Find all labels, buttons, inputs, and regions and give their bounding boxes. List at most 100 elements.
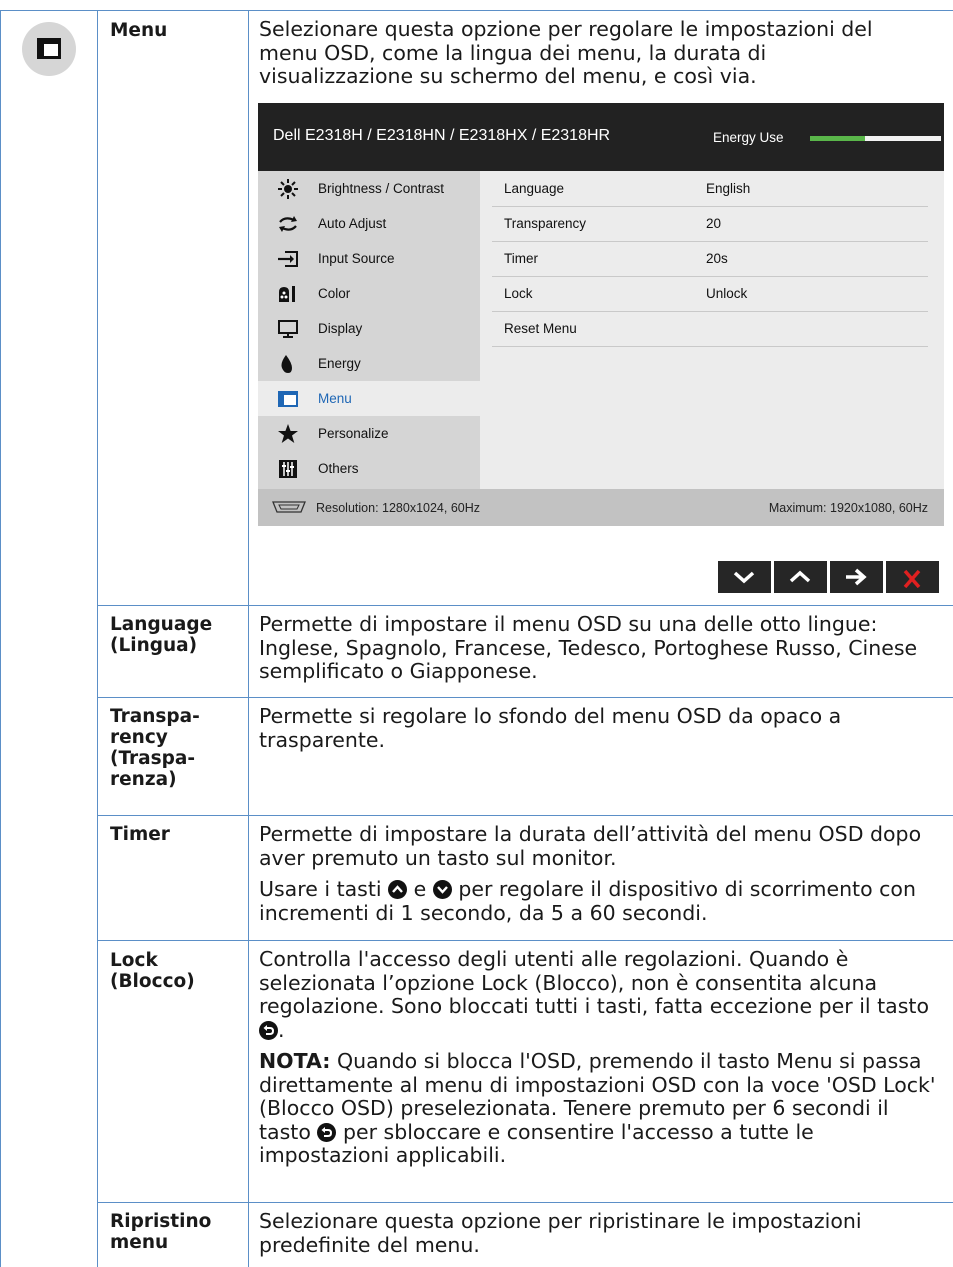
reset-menu-description: Selezionare questa opzione per ripristin… <box>259 1209 862 1257</box>
osd-item-label: Input Source <box>318 251 395 266</box>
osd-item-label: Others <box>318 461 359 476</box>
osd-item-display[interactable]: Display <box>258 311 480 346</box>
osd-menu-list: Brightness / Contrast Auto Adjust Input … <box>258 171 480 489</box>
energy-use-bar <box>810 136 941 141</box>
osd-screenshot: Dell E2318H / E2318HN / E2318HX / E2318H… <box>258 103 944 526</box>
osd-setting-reset-menu[interactable]: Reset Menu <box>492 311 928 347</box>
osd-header: Dell E2318H / E2318HN / E2318HX / E2318H… <box>258 103 944 171</box>
osd-item-brightness-contrast[interactable]: Brightness / Contrast <box>258 171 480 206</box>
row-desc-language: Permette di impostare il menu OSD su una… <box>259 612 939 684</box>
energy-use-label: Energy Use <box>713 130 784 145</box>
row-label-reset-menu: Ripristino menu <box>110 1211 212 1253</box>
color-icon <box>279 286 295 302</box>
osd-item-label: Energy <box>318 356 361 371</box>
row-label-language: Language (Lingua) <box>110 614 213 656</box>
setting-value: English <box>706 181 751 196</box>
osd-setting-transparency[interactable]: Transparency 20 <box>492 206 928 242</box>
row-desc-timer: Permette di impostare la durata dell’att… <box>259 822 939 925</box>
lock-description-end: . <box>278 1017 285 1042</box>
osd-item-label: Menu <box>318 391 352 406</box>
osd-settings-panel: Language English Transparency 20 Timer 2… <box>480 171 944 489</box>
osd-item-others[interactable]: Others <box>258 451 480 486</box>
display-icon <box>278 320 298 338</box>
back-button-icon <box>317 1122 337 1142</box>
language-description: Permette di impostare il menu OSD su una… <box>259 612 918 683</box>
table-divider-2 <box>248 10 249 1267</box>
brightness-icon <box>278 179 298 199</box>
transparency-description: Permette si regolare lo sfondo del menu … <box>259 704 842 752</box>
energy-use-fill <box>810 136 866 141</box>
up-button-icon <box>388 880 408 899</box>
setting-key: Language <box>504 181 565 196</box>
note-label: NOTA: <box>259 1049 331 1073</box>
down-button[interactable] <box>718 561 771 593</box>
osd-item-label: Personalize <box>318 426 389 441</box>
row-desc-transparency: Permette si regolare lo sfondo del menu … <box>259 704 909 752</box>
row-desc-reset-menu: Selezionare questa opzione per ripristin… <box>259 1209 939 1257</box>
menu-icon <box>278 391 298 407</box>
right-button[interactable] <box>830 561 883 593</box>
lock-description-text: Controlla l'accesso degli utenti alle re… <box>259 947 929 1018</box>
row-divider <box>97 940 953 941</box>
row-desc-lock: Controlla l'accesso degli utenti alle re… <box>259 947 943 1168</box>
osd-item-label: Brightness / Contrast <box>318 181 445 196</box>
setting-key: Timer <box>504 251 538 266</box>
down-icon <box>733 571 755 584</box>
osd-setting-language[interactable]: Language English <box>492 171 928 207</box>
row-divider <box>97 697 953 698</box>
setting-key: Reset Menu <box>504 321 577 336</box>
timer-usage-text: Usare i tasti <box>259 877 382 901</box>
table-border-left <box>0 10 1 1267</box>
row-desc-menu: Selezionare questa opzione per regolare … <box>259 17 899 89</box>
row-divider <box>97 605 953 606</box>
setting-value: 20s <box>706 251 728 266</box>
setting-key: Lock <box>504 286 533 301</box>
osd-item-energy[interactable]: Energy <box>258 346 480 381</box>
maximum-resolution-text: Maximum: 1920x1080, 60Hz <box>768 501 928 515</box>
timer-description: Permette di impostare la durata dell’att… <box>259 822 922 870</box>
osd-item-input-source[interactable]: Input Source <box>258 241 480 276</box>
osd-setting-lock[interactable]: Lock Unlock <box>492 276 928 312</box>
lock-description: Controlla l'accesso degli utenti alle re… <box>259 947 943 1042</box>
menu-section-icon <box>22 22 76 76</box>
up-button[interactable] <box>774 561 827 593</box>
setting-value: 20 <box>706 216 722 231</box>
timer-usage: Usare i tasti e per regolare il disposit… <box>259 877 939 925</box>
auto-adjust-icon <box>279 216 297 232</box>
osd-item-menu[interactable]: Menu <box>258 381 480 416</box>
others-icon <box>279 460 297 478</box>
table-top-border <box>0 10 953 11</box>
input-source-icon <box>278 251 298 267</box>
close-icon <box>903 569 921 588</box>
lock-note: NOTA: Quando si blocca l'OSD, premendo i… <box>259 1049 943 1168</box>
close-button[interactable] <box>886 561 939 593</box>
right-arrow-icon <box>846 568 867 586</box>
row-label-transparency: Transpa- rency (Traspa- renza) <box>110 706 200 790</box>
osd-item-label: Auto Adjust <box>318 216 387 231</box>
down-button-icon <box>432 880 452 899</box>
osd-item-color[interactable]: Color <box>258 276 480 311</box>
vga-connector-icon <box>272 501 306 513</box>
table-divider-1 <box>97 10 98 1267</box>
energy-icon <box>281 355 292 373</box>
setting-key: Transparency <box>504 216 587 231</box>
osd-item-personalize[interactable]: Personalize <box>258 416 480 451</box>
row-label-lock: Lock (Blocco) <box>110 950 195 992</box>
osd-footer: Resolution: 1280x1024, 60Hz Maximum: 192… <box>258 489 944 526</box>
row-label-menu: Menu <box>110 20 168 41</box>
timer-usage-text: e <box>413 877 427 901</box>
row-divider <box>97 815 953 816</box>
osd-item-auto-adjust[interactable]: Auto Adjust <box>258 206 480 241</box>
osd-item-label: Display <box>318 321 363 336</box>
menu-description: Selezionare questa opzione per regolare … <box>259 17 873 88</box>
osd-item-label: Color <box>318 286 351 301</box>
resolution-text: Resolution: 1280x1024, 60Hz <box>316 501 481 515</box>
row-label-timer: Timer <box>110 824 170 845</box>
star-icon <box>278 424 298 443</box>
lock-note-text: per sbloccare e consentire l'accesso a t… <box>259 1119 814 1167</box>
setting-value: Unlock <box>706 286 748 301</box>
osd-setting-timer[interactable]: Timer 20s <box>492 241 928 277</box>
back-button-icon <box>259 1020 278 1040</box>
up-icon <box>789 570 811 583</box>
osd-title: Dell E2318H / E2318HN / E2318HX / E2318H… <box>273 127 611 144</box>
